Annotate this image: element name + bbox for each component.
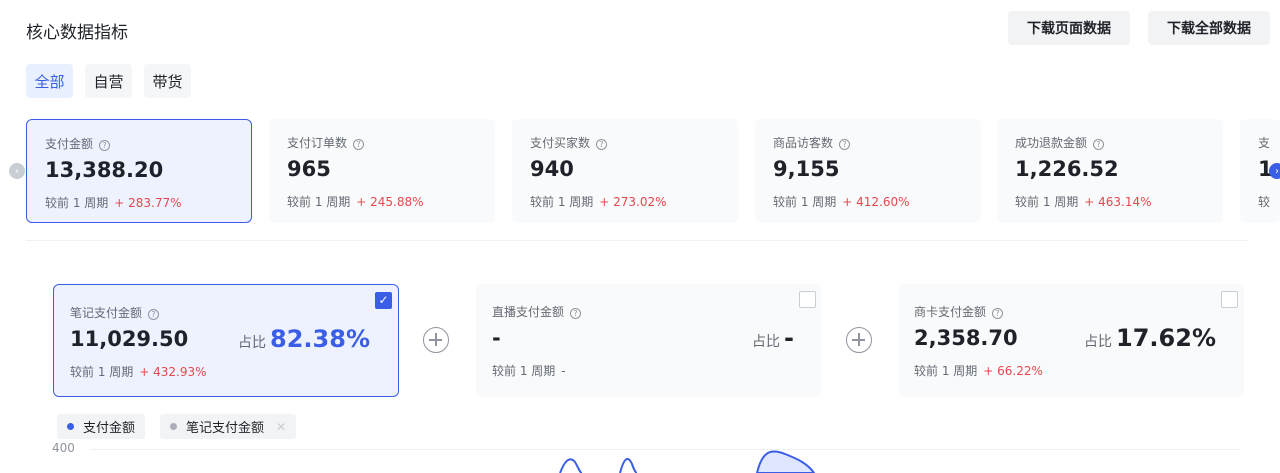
- legend-label: 笔记支付金额: [186, 421, 265, 436]
- help-icon[interactable]: ?: [353, 139, 365, 150]
- channel-checkbox[interactable]: [1221, 291, 1238, 308]
- share-label: 占比: [752, 334, 781, 350]
- trend-chart: [559, 450, 816, 473]
- chevron-right-icon[interactable]: ›: [1269, 163, 1280, 179]
- channel-checkbox[interactable]: ✓: [375, 292, 392, 309]
- help-icon[interactable]: ?: [596, 139, 608, 150]
- page-title: 核心数据指标: [26, 23, 128, 43]
- channel-change: + 66.22%: [983, 364, 1043, 378]
- channel-compare-label: 较前 1 周期: [70, 365, 134, 379]
- help-icon[interactable]: ?: [1093, 139, 1105, 150]
- close-icon[interactable]: ✕: [276, 420, 286, 434]
- help-icon[interactable]: ?: [570, 308, 582, 319]
- download-all-data-button[interactable]: 下载全部数据: [1148, 11, 1270, 45]
- channel-card-note-payment[interactable]: 笔记支付金额? 11,029.50 占比 82.38% 较前 1 周期 + 432.…: [53, 284, 399, 397]
- plus-icon: [423, 327, 449, 353]
- section-divider: [26, 240, 1248, 241]
- tab-self-operated[interactable]: 自营: [85, 64, 132, 98]
- metric-label: 成功退款金额: [1015, 136, 1088, 150]
- chart-series-area: [755, 450, 816, 473]
- download-page-data-button[interactable]: 下载页面数据: [1008, 11, 1130, 45]
- help-icon[interactable]: ?: [992, 308, 1004, 319]
- help-icon[interactable]: ?: [839, 139, 851, 150]
- metric-change: + 245.88%: [356, 195, 424, 209]
- tab-all[interactable]: 全部: [26, 64, 73, 98]
- share-value: 17.62%: [1116, 324, 1216, 352]
- help-icon[interactable]: ?: [99, 140, 111, 151]
- metric-card-refund-amount[interactable]: 成功退款金额? 1,226.52 较前 1 周期 + 463.14%: [997, 119, 1223, 223]
- metric-label: 商品访客数: [773, 136, 834, 150]
- channel-value: 11,029.50: [70, 327, 189, 351]
- metric-card-buyer-count[interactable]: 支付买家数? 940 较前 1 周期 + 273.02%: [512, 119, 738, 223]
- metric-label: 支付金额: [45, 137, 94, 151]
- channel-change: + 432.93%: [139, 365, 207, 379]
- metric-value: 965: [287, 157, 331, 181]
- metric-change: + 273.02%: [599, 195, 667, 209]
- legend-item-payment-amount[interactable]: 支付金额: [57, 414, 146, 439]
- legend-label: 支付金额: [83, 421, 136, 436]
- metric-compare-label: 较前 1 周期: [1015, 195, 1079, 209]
- channel-card-live-payment[interactable]: 直播支付金额? - 占比 - 较前 1 周期 -: [476, 284, 822, 397]
- metric-compare-label: 较前 1 周期: [45, 196, 109, 210]
- legend-dot: [67, 423, 74, 430]
- metric-change: + 463.14%: [1084, 195, 1152, 209]
- channel-checkbox[interactable]: [799, 291, 816, 308]
- legend-dot: [170, 423, 177, 430]
- help-icon[interactable]: ?: [148, 309, 160, 320]
- metric-label: 支付订单数: [287, 136, 348, 150]
- metric-card-order-count[interactable]: 支付订单数? 965 较前 1 周期 + 245.88%: [269, 119, 495, 223]
- channel-value: 2,358.70: [914, 326, 1018, 350]
- metric-compare-label: 较: [1258, 195, 1271, 209]
- metric-value: 13,388.20: [45, 158, 164, 182]
- channel-card-product-card-payment[interactable]: 商卡支付金额? 2,358.70 占比 17.62% 较前 1 周期 + 66.22…: [898, 284, 1244, 397]
- legend-item-note-payment-amount[interactable]: 笔记支付金额 ✕: [160, 414, 297, 439]
- metric-change: + 283.77%: [114, 196, 182, 210]
- channel-label: 笔记支付金额: [70, 306, 143, 320]
- channel-value: -: [492, 326, 501, 350]
- metric-compare-label: 较前 1 周期: [287, 195, 351, 209]
- channel-label: 商卡支付金额: [914, 305, 987, 319]
- channel-compare-label: 较前 1 周期: [492, 364, 556, 378]
- metric-value: 940: [530, 157, 574, 181]
- metric-value: 1,226.52: [1015, 157, 1119, 181]
- metric-compare-label: 较前 1 周期: [773, 195, 837, 209]
- metric-value: 9,155: [773, 157, 840, 181]
- chart-series-line: [559, 457, 638, 473]
- metric-label: 支付买家数: [530, 136, 591, 150]
- metric-label: 支: [1258, 136, 1271, 150]
- channel-change: -: [561, 364, 566, 378]
- share-value: 82.38%: [270, 325, 370, 353]
- plus-icon: [846, 327, 872, 353]
- channel-compare-label: 较前 1 周期: [914, 364, 978, 378]
- metric-card-visitor-count[interactable]: 商品访客数? 9,155 较前 1 周期 + 412.60%: [755, 119, 981, 223]
- metric-compare-label: 较前 1 周期: [530, 195, 594, 209]
- chevron-left-icon[interactable]: ‹: [9, 163, 25, 179]
- channel-label: 直播支付金额: [492, 305, 565, 319]
- tab-affiliate[interactable]: 带货: [144, 64, 191, 98]
- metric-change: + 412.60%: [842, 195, 910, 209]
- share-value: -: [784, 324, 794, 352]
- share-label: 占比: [1084, 334, 1113, 350]
- share-label: 占比: [238, 335, 267, 351]
- metric-card-payment-amount[interactable]: 支付金额? 13,388.20 较前 1 周期 + 283.77%: [26, 119, 252, 223]
